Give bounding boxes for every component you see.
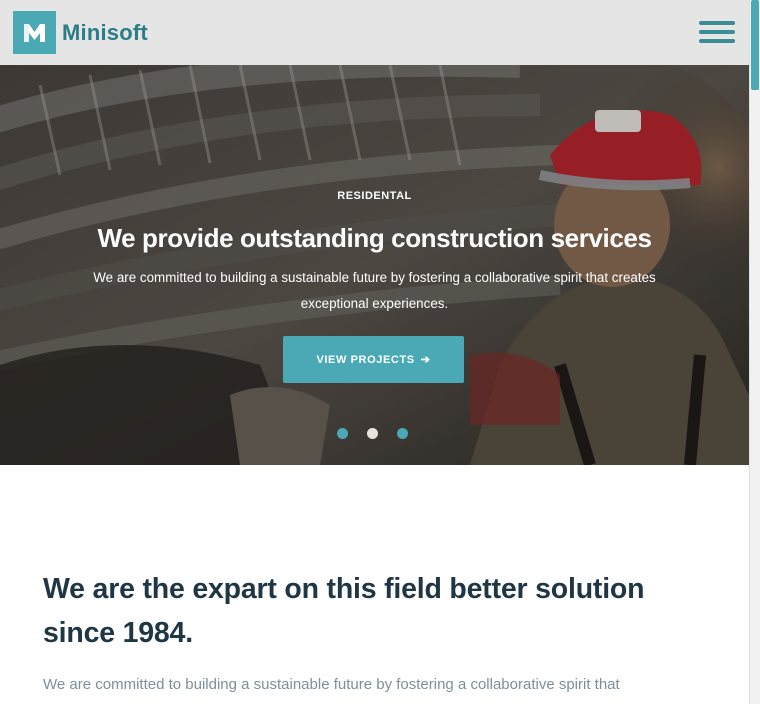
view-projects-button[interactable]: VIEW PROJECTS ➔ — [283, 336, 464, 383]
hero-slider: RESIDENTAL We provide outstanding constr… — [0, 65, 749, 465]
hero-eyebrow: RESIDENTAL — [337, 190, 412, 202]
intro-text: We are committed to building a sustainab… — [43, 676, 620, 693]
brand-name: Minisoft — [62, 19, 148, 45]
page: Minisoft RESIDENTAL We provide outstandi… — [0, 0, 749, 704]
hero-description: We are committed to building a sustainab… — [93, 270, 656, 311]
site-header: Minisoft — [0, 0, 749, 65]
view-projects-label: VIEW PROJECTS — [316, 353, 415, 366]
brand-logo[interactable]: Minisoft — [13, 11, 148, 54]
intro-title: We are the expart on this field better s… — [43, 573, 645, 649]
slider-dot-2[interactable] — [367, 428, 378, 439]
slider-dot-1[interactable] — [337, 428, 348, 439]
hero-title: We provide outstanding construction serv… — [97, 223, 652, 253]
slider-pagination — [337, 428, 427, 439]
page-scrollbar[interactable] — [749, 0, 760, 704]
hero-content: RESIDENTAL We provide outstanding constr… — [0, 65, 749, 465]
scrollbar-thumb[interactable] — [751, 0, 759, 90]
arrow-right-icon: ➔ — [420, 354, 431, 366]
hamburger-menu-icon[interactable] — [699, 21, 735, 45]
slider-dot-3[interactable] — [397, 428, 408, 439]
m-logo-icon — [13, 11, 56, 54]
